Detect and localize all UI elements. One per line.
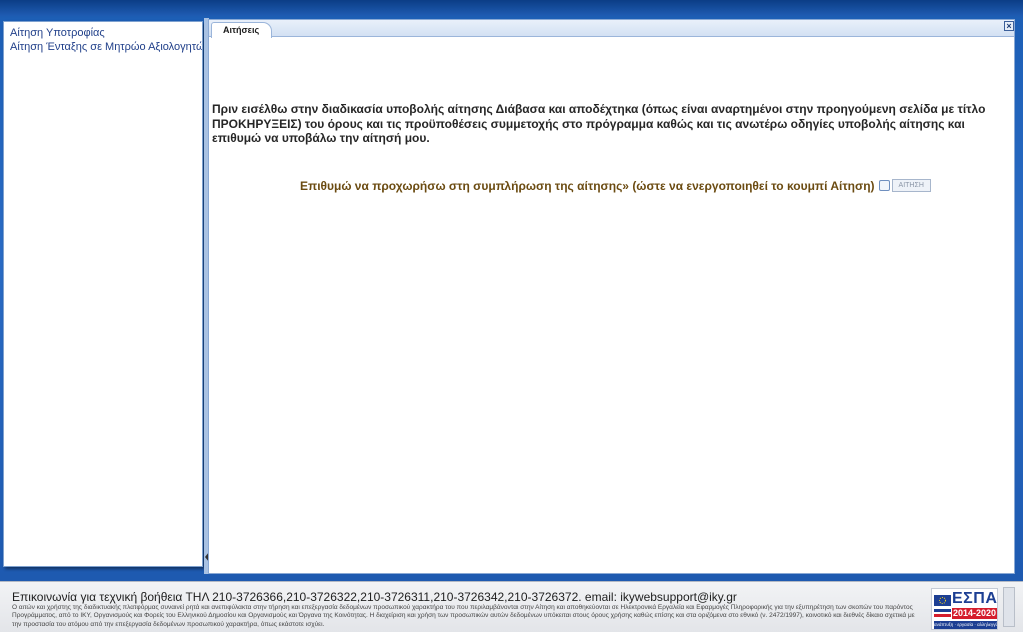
close-icon[interactable]: × xyxy=(1004,21,1014,31)
tab-strip: Αιτήσεις xyxy=(209,20,1014,38)
proceed-row: Επιθυμώ να προχωρήσω στη συμπλήρωση της … xyxy=(300,177,940,193)
espa-years: 2014-2020 xyxy=(952,608,997,619)
proceed-label: Επιθυμώ να προχωρήσω στη συμπλήρωση της … xyxy=(300,178,875,193)
submit-application-button[interactable]: ΑΙΤΗΣΗ xyxy=(891,179,931,193)
proceed-checkbox[interactable] xyxy=(878,180,890,192)
espa-logo: ΕΣΠΑ 2014-2020 ανάπτυξη · εργασία · αλλη… xyxy=(931,588,998,630)
privacy-notice: Ο αιτών και χρήστης της διαδικτυακής πλα… xyxy=(12,604,915,628)
tab-applications[interactable]: Αιτήσεις xyxy=(211,22,273,38)
support-contact: Επικοινωνία για τεχνική βοήθεια ΤΗΛ 210-… xyxy=(12,590,737,604)
footer: Επικοινωνία για τεχνική βοήθεια ΤΗΛ 210-… xyxy=(0,581,1023,632)
sidebar-item-evaluator-registry-application[interactable]: Αίτηση Ένταξης σε Μητρώο Αξιολογητών xyxy=(4,40,202,54)
footer-scrollbar[interactable] xyxy=(1003,587,1015,627)
sidebar-item-scholarship-application[interactable]: Αίτηση Υποτροφίας xyxy=(4,26,202,40)
top-bar xyxy=(0,0,1023,16)
main-panel: Αιτήσεις × Πριν εισέλθω στην διαδικασία … xyxy=(208,19,1015,574)
eu-flag-icon xyxy=(934,595,951,617)
espa-title: ΕΣΠΑ xyxy=(952,590,998,607)
sidebar: Αίτηση Υποτροφίας Αίτηση Ένταξης σε Μητρ… xyxy=(3,21,203,567)
instructions-text: Πριν εισέλθω στην διαδικασία υποβολής αί… xyxy=(212,102,986,145)
espa-tagline: ανάπτυξη · εργασία · αλληλεγγύη xyxy=(934,621,997,629)
